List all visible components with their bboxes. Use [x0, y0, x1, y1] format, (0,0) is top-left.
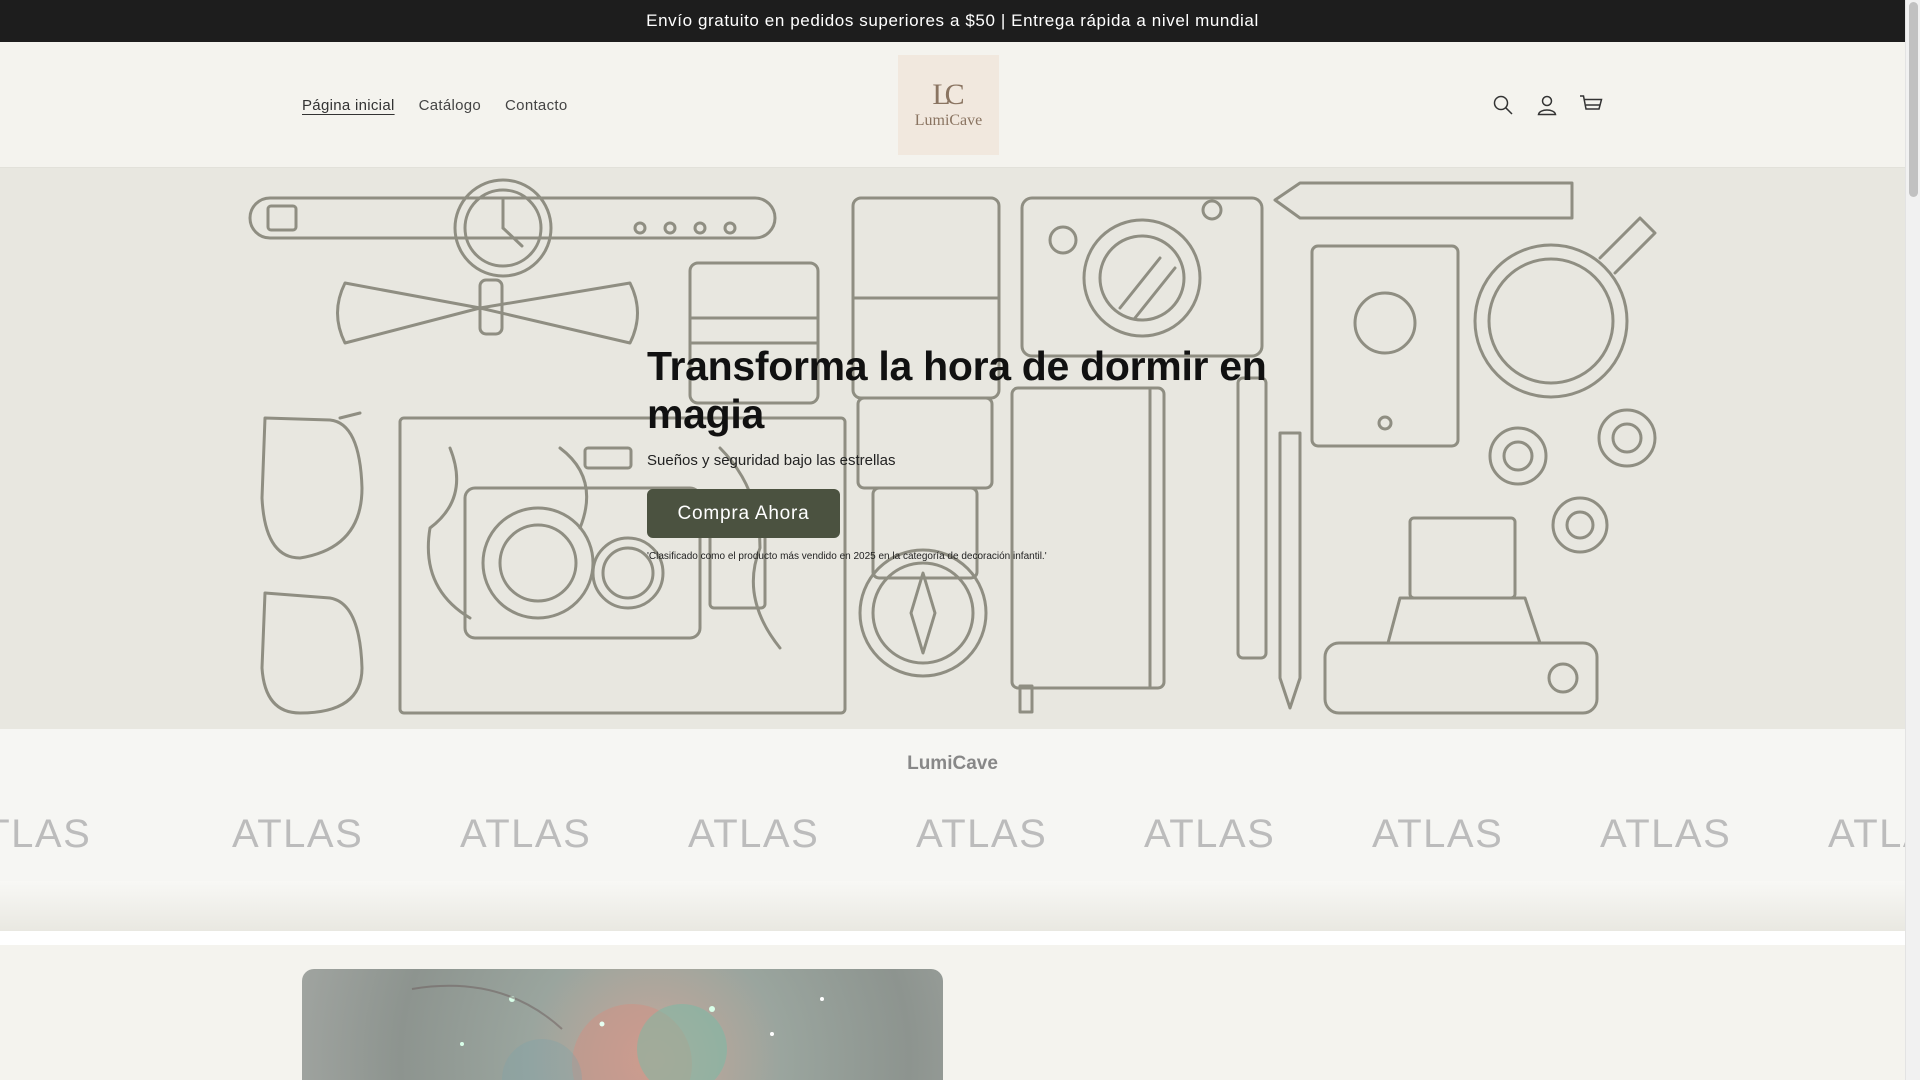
cart-button[interactable] [1576, 90, 1606, 120]
marquee-item: ATLAS [232, 812, 364, 856]
scrollbar-thumb[interactable] [1909, 2, 1918, 197]
nav-catalog-link[interactable]: Catálogo [419, 97, 481, 114]
announcement-text: Envío gratuito en pedidos superiores a $… [646, 11, 1259, 30]
hero-content: Transforma la hora de dormir en magia Su… [647, 342, 1287, 562]
site-header: Página inicial Catálogo Contacto LC Lumi… [0, 42, 1905, 168]
account-button[interactable] [1532, 90, 1562, 120]
shop-now-button[interactable]: Compra Ahora [647, 489, 840, 538]
hero-banner: Transforma la hora de dormir en magia Su… [0, 168, 1905, 729]
hero-title: Transforma la hora de dormir en magia [647, 343, 1267, 437]
galaxy-sparkle-image [411, 984, 824, 1080]
marquee-item: ATLAS [460, 812, 592, 856]
announcement-bar: Envío gratuito en pedidos superiores a $… [0, 0, 1905, 42]
logo-wordmark: LumiCave [914, 112, 983, 129]
marquee-item: ATLAS [1372, 812, 1504, 856]
search-button[interactable] [1488, 90, 1518, 120]
nav-contact-link[interactable]: Contacto [505, 97, 567, 114]
marquee-item: ATLAS [916, 812, 1048, 856]
brand-name: LumiCave [907, 753, 998, 774]
main-nav: Página inicial Catálogo Contacto [302, 42, 567, 168]
marquee-item: ATLAS [1828, 812, 1905, 856]
search-icon [1493, 95, 1513, 115]
marquee-item: ATLAS [0, 812, 92, 856]
site-logo[interactable]: LC LumiCave [898, 55, 999, 155]
hero-subtitle: Sueños y seguridad bajo las estrellas [647, 452, 896, 469]
section-gap [0, 931, 1905, 945]
marquee-item: ATLAS [1600, 812, 1732, 856]
header-icons [1488, 42, 1606, 168]
account-icon [1537, 95, 1557, 116]
brand-marquee-section: LumiCave ATLAS ATLAS ATLAS ATLAS ATLAS A… [0, 729, 1905, 881]
hero-note: 'Clasificado como el producto más vendid… [647, 551, 1047, 562]
page: Envío gratuito en pedidos superiores a $… [0, 0, 1905, 1080]
page-scrollbar[interactable] [1905, 0, 1920, 1080]
product-image[interactable] [302, 969, 943, 1080]
section-divider [0, 881, 1905, 931]
marquee-item: ATLAS [688, 812, 820, 856]
marquee-item: ATLAS [1144, 812, 1276, 856]
cart-icon [1580, 95, 1603, 110]
featured-product-section [0, 945, 1905, 1080]
logo-monogram: LC [932, 78, 964, 111]
nav-home-link[interactable]: Página inicial [302, 97, 395, 114]
marquee: ATLAS ATLAS ATLAS ATLAS ATLAS ATLAS ATLA… [0, 812, 1905, 856]
